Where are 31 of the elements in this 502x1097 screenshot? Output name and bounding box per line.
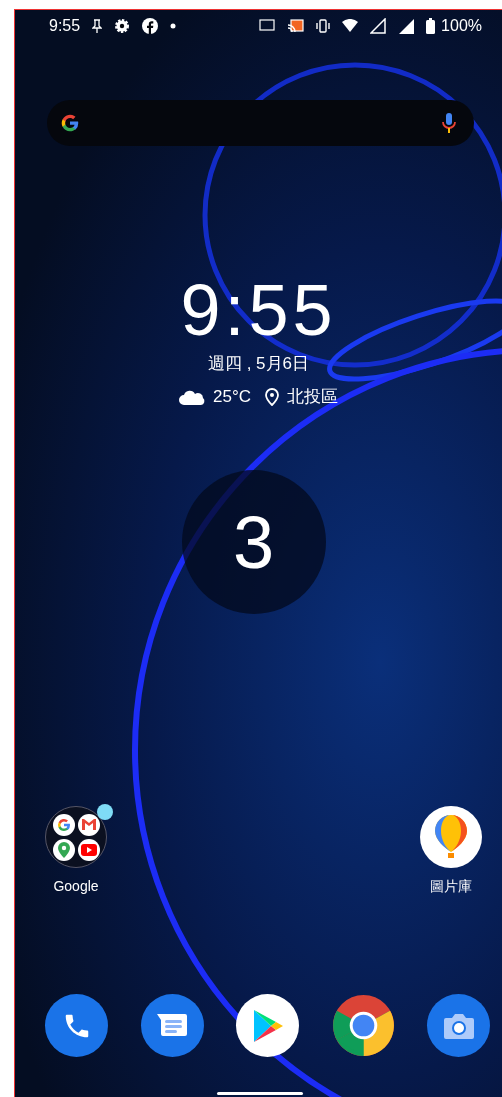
status-time: 9:55: [49, 16, 81, 35]
chrome-icon: [331, 994, 395, 1057]
battery-icon: [426, 17, 436, 34]
hd-icon: [259, 18, 276, 33]
video-play-icon: [80, 843, 97, 856]
dot-icon: [170, 22, 177, 29]
cast-icon: [287, 18, 305, 33]
map-pin-icon: [57, 841, 70, 858]
clock-time: 9:55: [180, 270, 337, 350]
facebook-icon: [142, 17, 159, 34]
signal-icon: [398, 17, 415, 34]
wifi-icon: [342, 18, 359, 33]
balloon-icon: [433, 814, 469, 860]
page-number: 3: [181, 470, 326, 614]
g-logo-icon: [59, 112, 81, 134]
chrome-app-button[interactable]: [331, 994, 395, 1057]
battery-percent: 100%: [441, 16, 482, 35]
cloud-icon: [179, 388, 205, 405]
vibrate-icon: [316, 18, 331, 33]
microphone-icon[interactable]: [442, 112, 456, 134]
clock-date: 週四 , 5月6日: [207, 353, 310, 375]
pin-icon: [92, 18, 103, 33]
app-label: 圖片庫: [430, 878, 472, 896]
location-pin-icon: [265, 387, 279, 406]
location-name: 北投區: [287, 386, 338, 408]
temperature: 25°C: [213, 386, 251, 407]
settings-icon: [114, 17, 131, 34]
signal-icon: [370, 17, 387, 34]
app-label: Google: [53, 878, 99, 894]
mail-icon: [80, 818, 97, 831]
g-logo-icon: [55, 816, 72, 833]
